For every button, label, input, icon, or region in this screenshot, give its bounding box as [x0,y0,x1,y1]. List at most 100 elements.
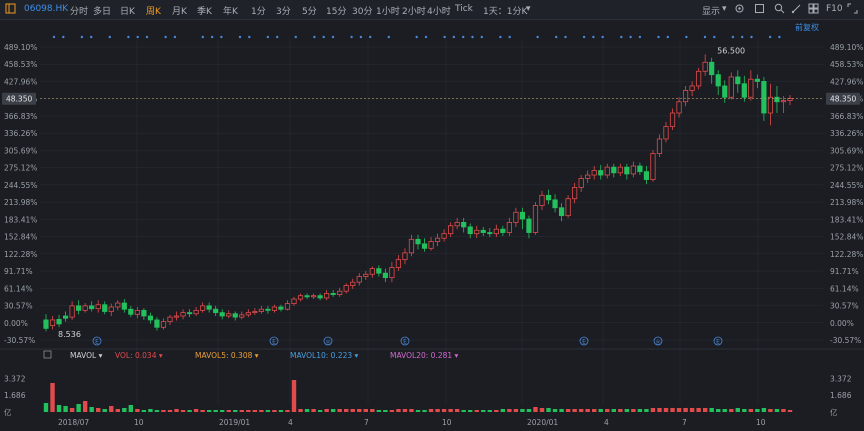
dividend-dot [369,35,372,39]
f10-button[interactable]: F10 [826,4,843,14]
draw-tool-icon[interactable] [791,3,802,14]
volume-bar [520,409,525,412]
volume-bar [213,410,218,412]
volume-bar [676,408,682,412]
period-tab[interactable]: 1小时 [376,4,400,17]
candle-body [402,252,408,261]
period-tab[interactable]: 30分 [352,4,372,17]
period-tab[interactable]: 1分 [251,4,266,17]
candle-body [682,90,689,103]
period-tab[interactable]: 季K [197,4,212,17]
display-menu[interactable]: 显示 [702,4,720,17]
y-tick-label: 122.28% [4,250,37,259]
candle-body [271,306,278,311]
dividend-dot [778,35,781,39]
adjust-mode-button[interactable]: 前复权 [795,22,819,32]
candle-body [226,313,232,317]
candle-body [604,166,610,176]
period-tab[interactable]: 多日 [93,4,111,17]
volume-bar [43,403,49,412]
candle-body [200,305,206,311]
stock-code[interactable]: 06098.HK [24,4,68,14]
sidebar-toggle-icon[interactable] [5,3,16,14]
candle-body [324,293,330,299]
period-tab[interactable]: 5分 [302,4,317,17]
y-tick-label: 275.12% [830,164,863,173]
volume-tick-label: 3.372 [4,374,26,383]
period-tab[interactable]: 年K [223,4,238,17]
volume-bar [657,408,662,412]
volume-bar [102,409,107,412]
candle-body [774,96,780,103]
expand-icon[interactable] [847,3,858,14]
candle-body [545,194,552,201]
candle-body [513,211,519,223]
x-tick-label: 10 [442,418,452,427]
period-tab[interactable]: 3分 [276,4,291,17]
volume-bar [572,409,577,412]
chevron-down-icon[interactable]: ▾ [526,4,531,14]
volume-bar [774,409,780,412]
period-tab[interactable]: 15分 [326,4,346,17]
period-tab[interactable]: 月K [172,4,187,17]
volume-bar [481,410,486,412]
volume-bar [252,410,258,412]
candle-body [95,304,101,310]
volume-bar [409,409,414,412]
candle-body [232,313,238,318]
volume-bar [598,409,603,412]
volume-tick-label: 1.686 [4,391,26,400]
high-label: 56.500 [717,46,745,55]
volume-bar [742,409,747,412]
dividend-dot [601,35,604,39]
candle-body [154,319,160,328]
period-tab[interactable]: 4小时 [427,4,451,17]
volume-bar [89,407,94,412]
volume-tick-label: 1.686 [830,391,852,400]
chevron-down-icon[interactable]: ▾ [722,4,727,14]
candle-body [389,267,395,279]
volume-bar [82,401,88,412]
volume-bar [631,409,636,412]
candle-body [454,222,460,227]
range-select[interactable]: 1天：1分K [483,4,527,17]
candlestick-chart[interactable]: 前复权 489.10%458.53%427.96%397.40%366.83%3… [0,20,864,431]
volume-bar [278,410,284,412]
candle-body [572,187,578,200]
dividend-dot [313,35,316,39]
candle-body [134,309,140,315]
y-tick-label: 61.14% [4,284,33,293]
volume-bar [513,409,519,412]
search-icon[interactable] [774,3,785,14]
period-tab[interactable]: 日K [120,4,135,17]
volume-bar [696,408,701,412]
y-tick-label: 152.84% [830,233,863,242]
period-tab[interactable]: 分时 [70,4,88,17]
candle-body [467,226,473,235]
y-tick-label: 275.12% [4,164,37,173]
candle-body [49,319,56,326]
candle-body [108,306,114,312]
volume-bar [546,408,551,412]
y-tick-label: 427.96% [4,77,37,86]
settings-icon[interactable] [734,3,745,14]
x-tick-label: 2018/07 [58,418,89,427]
candle-body [167,316,173,323]
candle-body [500,228,506,233]
y-tick-label: 61.14% [830,284,859,293]
period-tab[interactable]: 周K [146,4,161,17]
grid-icon[interactable] [808,3,819,14]
candle-body [754,78,760,82]
y-tick-label: 91.71% [4,267,33,276]
candle-body [343,285,349,292]
y-tick-label: 91.71% [830,267,859,276]
dividend-dot [136,35,139,39]
square-icon[interactable] [754,3,765,14]
volume-bar [748,409,754,412]
period-tab[interactable]: Tick [455,4,473,14]
period-tab[interactable]: 2小时 [402,4,426,17]
candle-body [722,85,728,98]
y-tick-label: 305.69% [830,146,863,155]
volume-bar [422,410,427,412]
candle-body [611,166,617,174]
